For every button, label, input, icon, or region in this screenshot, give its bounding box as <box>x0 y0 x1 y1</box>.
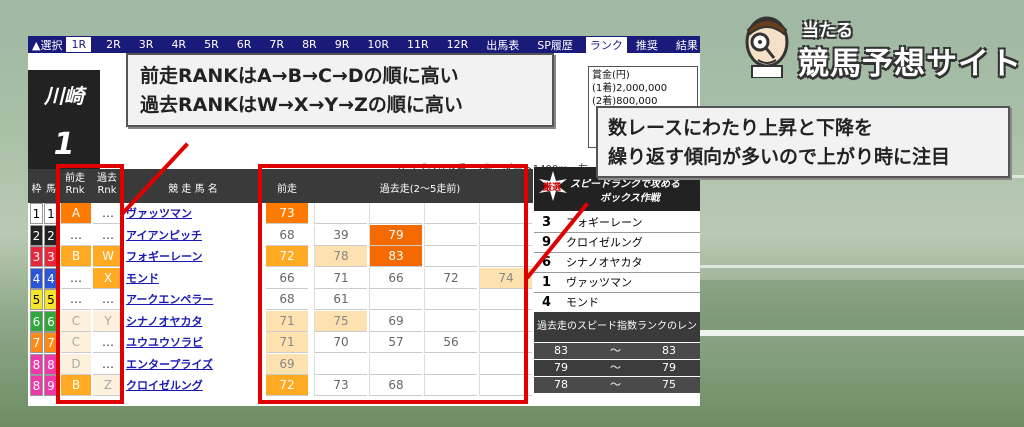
range-low: 83 <box>554 344 568 357</box>
race-number: 1 <box>53 127 75 162</box>
range-high: 83 <box>662 344 676 357</box>
entry-number: 1 <box>542 275 552 290</box>
nav-item[interactable]: 5R <box>195 38 228 51</box>
entry-horse-name: ヴァッツマン <box>566 276 632 289</box>
range-low: 78 <box>554 378 568 391</box>
callout-line: 数レースにわたり上昇と下降を <box>608 117 874 139</box>
nav-item[interactable]: 1R <box>66 37 92 52</box>
prize-line: (1着)2,000,000 <box>592 83 668 94</box>
waku-cell: 2 <box>30 224 43 246</box>
mascot-icon <box>745 16 789 78</box>
waku-cell: 3 <box>30 246 43 267</box>
entry-number: 3 <box>542 215 552 230</box>
logo-title: 競馬予想サイト <box>798 46 1022 82</box>
background-rail <box>700 265 1024 268</box>
range-row: 79 〜 79 <box>534 360 700 376</box>
horse-name-link[interactable]: ユウユウソラビ <box>123 332 263 353</box>
horse-name-link[interactable]: アークエンペラー <box>123 289 263 310</box>
entry-horse-name: クロイゼルング <box>566 236 643 249</box>
speed-box-entry: 3 フォギーレーン <box>534 213 700 233</box>
range-high: 79 <box>662 361 676 374</box>
horse-name-link[interactable]: フォギーレーン <box>123 246 263 267</box>
nav-item[interactable]: 12R <box>438 38 478 51</box>
nav-item[interactable]: 11R <box>398 38 438 51</box>
nav-item[interactable]: 9R <box>326 38 359 51</box>
waku-cell: 8 <box>30 375 43 396</box>
badge-label: 厳選 <box>543 183 562 193</box>
nav-item[interactable]: 10R <box>358 38 398 51</box>
site-logo[interactable]: 当たる 競馬予想サイト <box>740 10 1022 82</box>
nav-item[interactable]: 推奨 <box>627 37 667 53</box>
range-sep: 〜 <box>610 344 621 357</box>
range-row: 78 〜 75 <box>534 377 700 393</box>
waku-cell: 4 <box>30 267 43 289</box>
nav-item[interactable]: ▲選択 <box>28 37 66 53</box>
nav-item[interactable]: 2R <box>97 38 130 51</box>
race-navigation-bar: ▲選択 1R 2R 3R 4R 5R 6R 7R 8R 9R 10R 11R 12R 出馬表 SP履歴 ランク… <box>28 36 700 53</box>
speed-box-subtitle: ボックス作戦 <box>600 193 660 204</box>
waku-cell: 7 <box>30 332 43 353</box>
prize-title: 賞金(円) <box>592 70 630 81</box>
range-title: 過去走のスピード指数ランクのレンジ <box>534 312 700 362</box>
rank-columns-highlight <box>56 164 124 404</box>
rank-order-callout: 前走RANKはA→B→C→Dの順に高い 過去RANKはW→X→Y→Zの順に高い <box>126 53 554 127</box>
speed-box-entry: 1 ヴァッツマン <box>534 273 700 293</box>
horse-name-link[interactable]: エンタープライズ <box>123 354 263 375</box>
range-low: 79 <box>554 361 568 374</box>
nav-item[interactable]: 出馬表 <box>477 37 528 53</box>
callout-line: 繰り返す傾向が多いので上がり時に注目 <box>608 146 951 168</box>
speed-box-panel: 厳選 スピードランクで攻める ボックス作戦 3 フォギーレーン 9 クロイゼルング 6 シ… <box>534 167 700 406</box>
waku-cell: 1 <box>30 203 43 224</box>
entry-horse-name: モンド <box>566 296 599 309</box>
speed-columns-highlight <box>258 164 528 404</box>
background-rail <box>700 330 1024 336</box>
background-grass <box>700 280 1024 330</box>
callout-line: 過去RANKはW→X→Y→Zの順に高い <box>140 94 463 116</box>
entry-number: 4 <box>542 295 552 310</box>
venue-name: 川崎 <box>44 84 84 108</box>
nav-item[interactable]: 6R <box>228 38 261 51</box>
nav-item[interactable]: 結果 <box>667 37 707 53</box>
horse-name-link[interactable]: アイアンピッチ <box>123 225 263 246</box>
entry-horse-name: シナノオヤカタ <box>566 256 643 269</box>
speed-box-entry: 4 モンド <box>534 293 700 313</box>
nav-item[interactable]: 4R <box>162 38 195 51</box>
horse-name-link[interactable]: ヴァッツマン <box>123 203 263 224</box>
range-row: 83 〜 83 <box>534 343 700 359</box>
range-sep: 〜 <box>610 361 621 374</box>
range-high: 75 <box>662 378 676 391</box>
horse-name-link[interactable]: クロイゼルング <box>123 375 263 396</box>
speed-box-entry: 6 シナノオヤカタ <box>534 253 700 273</box>
nav-item[interactable]: SP履歴 <box>528 37 582 53</box>
waku-cell: 6 <box>30 310 43 332</box>
nav-item[interactable]: ランク <box>585 36 627 53</box>
trend-callout: 数レースにわたり上昇と下降を 繰り返す傾向が多いので上がり時に注目 <box>596 106 1010 178</box>
waku-cell: 5 <box>30 289 43 310</box>
horse-name-link[interactable]: モンド <box>123 268 263 289</box>
waku-cell: 8 <box>30 353 43 375</box>
nav-item[interactable]: 3R <box>130 38 163 51</box>
horse-name-link[interactable]: シナノオヤカタ <box>123 311 263 332</box>
nav-item[interactable]: 8R <box>293 38 326 51</box>
nav-item[interactable]: 7R <box>260 38 293 51</box>
range-sep: 〜 <box>610 378 621 391</box>
callout-line: 前走RANKはA→B→C→Dの順に高い <box>140 65 459 87</box>
header-waku: 枠 <box>31 184 42 195</box>
